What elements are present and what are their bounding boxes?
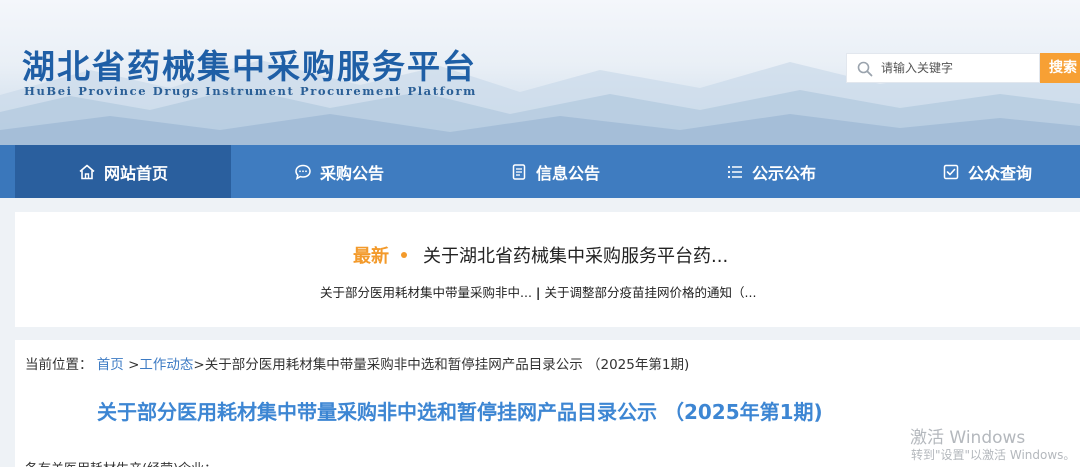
- latest-headline-link[interactable]: 关于湖北省药械集中采购服务平台药...: [423, 242, 728, 268]
- main-nav: 网站首页 采购公告 信息公告 公示公布 公众查询: [0, 145, 1080, 198]
- breadcrumb-current: 关于部分医用耗材集中带量采购非中选和暂停挂网产品目录公示 （2025年第1期): [204, 357, 690, 373]
- chat-bubble-icon: [295, 164, 311, 180]
- list-icon: [727, 165, 742, 178]
- site-title: 湖北省药械集中采购服务平台: [22, 47, 477, 86]
- checkbox-icon: [943, 164, 959, 179]
- nav-item-home[interactable]: 网站首页: [15, 145, 231, 198]
- article-title: 关于部分医用耗材集中带量采购非中选和暂停挂网产品目录公示 （2025年第1期): [97, 400, 823, 424]
- windows-watermark-hint: 转到"设置"以激活 Windows。: [911, 448, 1076, 462]
- nav-item-label: 公众查询: [967, 163, 1032, 183]
- breadcrumb-arrow: >: [193, 357, 205, 373]
- document-icon: [512, 163, 526, 180]
- nav-item-label: 网站首页: [103, 163, 168, 183]
- search-icon: [857, 61, 873, 77]
- notice-link[interactable]: 关于调整部分疫苗挂网价格的通知（...: [545, 285, 757, 300]
- nav-item-procurement[interactable]: 采购公告: [231, 145, 447, 198]
- breadcrumb-section-link[interactable]: 工作动态: [139, 357, 193, 373]
- search-input[interactable]: [881, 54, 1036, 82]
- home-icon: [79, 164, 95, 179]
- breadcrumb-home-link[interactable]: 首页: [97, 357, 124, 373]
- search-box[interactable]: [846, 53, 1040, 83]
- windows-watermark-title: 激活 Windows: [910, 428, 1026, 448]
- article-body-first-line: 各有关医用耗材生产(经营)企业：: [25, 458, 217, 467]
- notice-link[interactable]: 关于部分医用耗材集中带量采购非中...: [320, 285, 532, 300]
- notice-separator: |: [535, 285, 541, 300]
- nav-left-edge: [0, 145, 15, 198]
- search-button[interactable]: 搜索: [1040, 53, 1080, 83]
- nav-item-label: 信息公告: [535, 163, 600, 183]
- nav-item-publicity[interactable]: 公示公布: [663, 145, 879, 198]
- latest-label: 最新: [353, 246, 389, 267]
- nav-item-label: 采购公告: [319, 163, 384, 183]
- latest-dot-icon: [401, 252, 407, 258]
- breadcrumb-arrow: >: [128, 357, 140, 373]
- nav-item-info-notice[interactable]: 信息公告: [447, 145, 663, 198]
- breadcrumb-prefix: 当前位置：: [25, 357, 93, 373]
- latest-notice-panel: 最新 关于湖北省药械集中采购服务平台药... 关于部分医用耗材集中带量采购非中.…: [15, 212, 1080, 327]
- notice-links: 关于部分医用耗材集中带量采购非中... | 关于调整部分疫苗挂网价格的通知（...: [320, 282, 756, 301]
- site-subtitle: HuBei Province Drugs Instrument Procurem…: [24, 84, 477, 98]
- breadcrumb: 当前位置： 首页 >工作动态>关于部分医用耗材集中带量采购非中选和暂停挂网产品目…: [25, 353, 689, 373]
- nav-item-label: 公示公布: [751, 163, 816, 183]
- nav-item-public-query[interactable]: 公众查询: [879, 145, 1080, 198]
